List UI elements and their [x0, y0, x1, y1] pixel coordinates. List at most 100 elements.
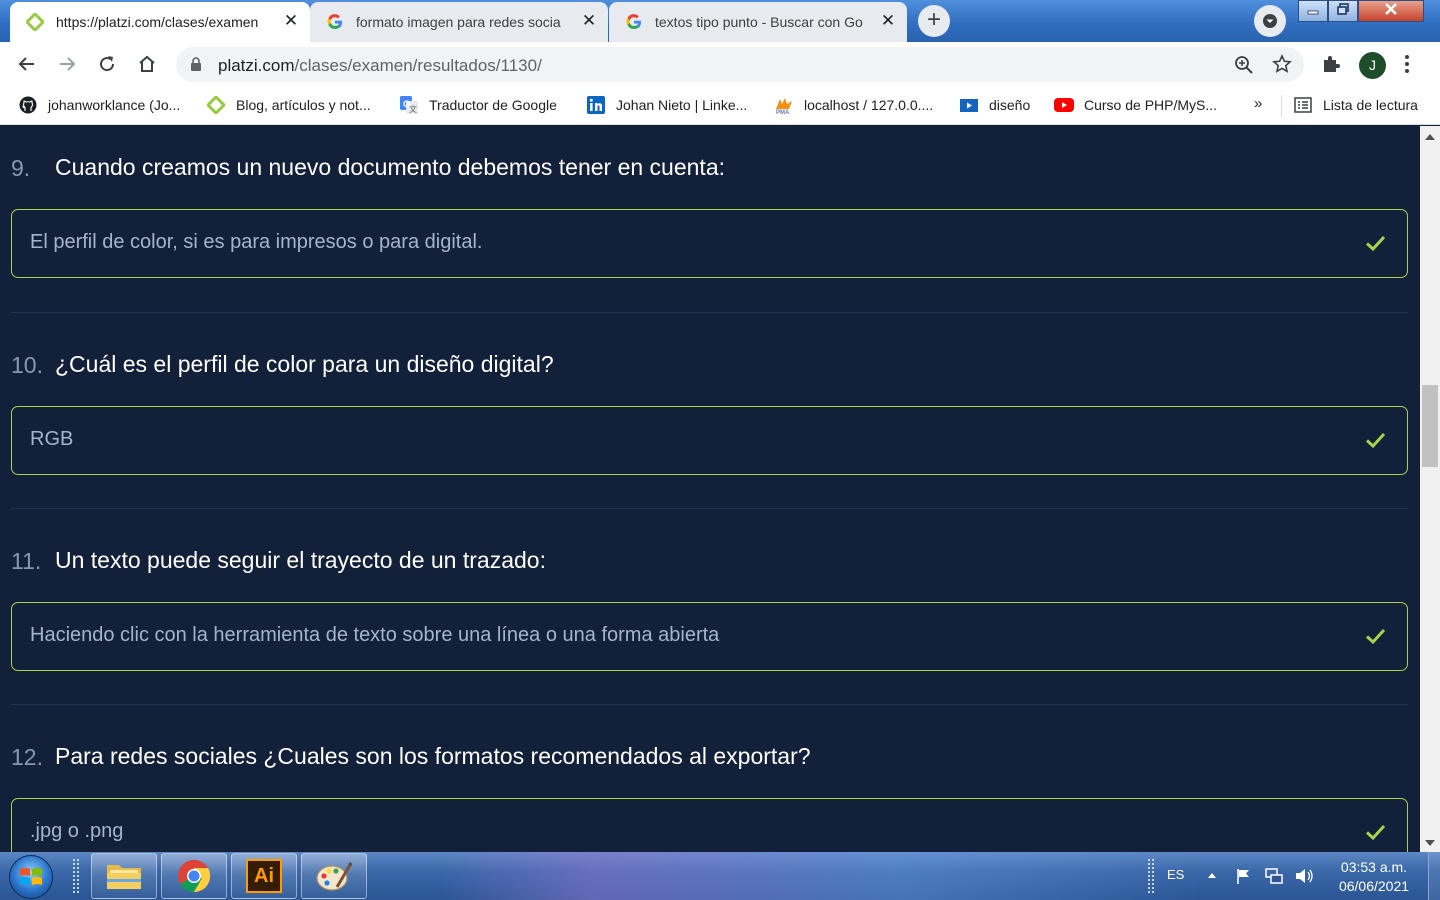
taskbar-illustrator[interactable]: Ai — [231, 853, 297, 899]
close-tab-icon[interactable]: ✕ — [879, 12, 897, 30]
show-desktop-button[interactable] — [1428, 852, 1440, 900]
url-text[interactable]: platzi.com/clases/examen/resultados/1130… — [218, 56, 542, 76]
phpmyadmin-icon: PMA — [774, 95, 794, 115]
scroll-down-arrow-icon[interactable] — [1425, 840, 1435, 846]
google-icon — [326, 13, 344, 31]
restore-icon — [1337, 3, 1349, 15]
url-path: /clases/examen/resultados/1130/ — [294, 56, 542, 75]
youtube-icon — [1054, 95, 1074, 115]
bookmark-diseno[interactable]: diseño — [959, 95, 1030, 115]
arrow-left-icon — [18, 57, 34, 71]
address-bar[interactable]: platzi.com/clases/examen/resultados/1130… — [176, 47, 1304, 82]
taskbar-chrome[interactable] — [161, 853, 227, 899]
tab-google-textos[interactable]: textos tipo punto - Buscar con Go ✕ — [609, 2, 907, 42]
checkmark-icon — [1365, 432, 1386, 449]
folder-video-icon — [959, 95, 979, 115]
tab-title: formato imagen para redes socia — [356, 14, 561, 30]
show-hidden-icons-arrow-icon[interactable] — [1208, 873, 1216, 878]
taskbar-grip[interactable] — [72, 858, 80, 894]
bookmarks-bar: johanworklance (Jo... Blog, artículos y … — [0, 87, 1440, 125]
bookmark-platzi-blog[interactable]: Blog, artículos y not... — [206, 95, 371, 115]
bookmark-label: Johan Nieto | Linke... — [616, 97, 748, 113]
linkedin-icon — [586, 95, 606, 115]
bookmark-label: johanworklance (Jo... — [48, 97, 181, 113]
lock-icon[interactable] — [190, 57, 202, 77]
extensions-puzzle-icon[interactable] — [1320, 53, 1342, 80]
minimize-button[interactable] — [1298, 0, 1328, 22]
profile-avatar[interactable]: J — [1359, 52, 1386, 79]
windows-logo-icon — [20, 868, 42, 885]
tab-strip: https://platzi.com/clases/examen ✕ forma… — [0, 0, 1440, 42]
minimize-icon — [1307, 10, 1319, 15]
taskbar-paint[interactable] — [301, 853, 367, 899]
bookmark-label: Traductor de Google — [429, 97, 557, 113]
tab-title: textos tipo punto - Buscar con Go — [655, 14, 863, 30]
new-tab-button[interactable]: + — [918, 5, 950, 37]
bookmark-label: Blog, artículos y not... — [236, 97, 371, 113]
reload-icon — [100, 56, 115, 72]
reading-list-icon — [1293, 95, 1313, 115]
exam-results-page: 9. Cuando creamos un nuevo documento deb… — [0, 126, 1420, 852]
bookmark-star-icon[interactable] — [1272, 54, 1292, 79]
question-text: Para redes sociales ¿Cuales son los form… — [55, 743, 811, 769]
bookmark-phpmyadmin[interactable]: PMA localhost / 127.0.0.... — [774, 95, 933, 115]
tab-search-button[interactable] — [1254, 5, 1286, 37]
home-icon — [139, 55, 155, 72]
arrow-right-icon — [60, 57, 76, 71]
start-button[interactable] — [9, 855, 53, 899]
reload-button[interactable] — [95, 52, 119, 76]
more-vert-icon[interactable] — [1404, 54, 1410, 79]
reading-list-button[interactable]: Lista de lectura — [1293, 95, 1418, 115]
home-button[interactable] — [135, 52, 159, 76]
svg-text:PMA: PMA — [776, 110, 790, 115]
platzi-icon — [206, 95, 226, 115]
back-button[interactable] — [15, 52, 39, 76]
answer-box-correct: El perfil de color, si es para impresos … — [11, 209, 1408, 278]
volume-icon[interactable] — [1294, 866, 1314, 886]
maximize-button[interactable] — [1328, 0, 1358, 22]
question-text: Cuando creamos un nuevo documento debemo… — [55, 154, 725, 180]
checkmark-icon — [1365, 824, 1386, 841]
window-controls — [1298, 0, 1424, 24]
answer-box-correct: .jpg o .png — [11, 798, 1408, 852]
question-number: 9. — [11, 155, 31, 181]
chrome-icon — [178, 859, 211, 893]
answer-text: RGB — [30, 428, 74, 450]
network-icon[interactable] — [1264, 866, 1284, 886]
bookmark-label: diseño — [989, 97, 1031, 113]
close-tab-icon[interactable]: ✕ — [282, 12, 300, 30]
question-text: Un texto puede seguir el trayecto de un … — [55, 547, 546, 573]
page-scrollbar[interactable] — [1420, 126, 1440, 852]
question-number: 10. — [11, 352, 43, 378]
bookmark-google-translate[interactable]: G文 Traductor de Google — [399, 95, 557, 115]
reading-list-label: Lista de lectura — [1323, 97, 1418, 113]
zoom-icon[interactable] — [1234, 55, 1254, 80]
more-bookmarks-button[interactable]: » — [1254, 95, 1262, 112]
answer-text: El perfil de color, si es para impresos … — [30, 231, 483, 253]
scrollbar-thumb[interactable] — [1422, 385, 1438, 467]
close-tab-icon[interactable]: ✕ — [580, 12, 598, 30]
answer-text: Haciendo clic con la herramienta de text… — [30, 624, 720, 646]
question-divider — [11, 704, 1408, 705]
github-icon — [18, 95, 38, 115]
bookmark-curso-php[interactable]: Curso de PHP/MyS... — [1054, 95, 1217, 115]
scroll-up-arrow-icon[interactable] — [1425, 134, 1435, 140]
google-translate-icon: G文 — [399, 95, 419, 115]
system-clock[interactable]: 03:53 a.m. 06/06/2021 — [1328, 858, 1420, 896]
bookmark-github[interactable]: johanworklance (Jo... — [18, 95, 180, 115]
close-window-button[interactable] — [1358, 0, 1424, 22]
tab-platzi-exam[interactable]: https://platzi.com/clases/examen ✕ — [10, 2, 310, 42]
action-center-flag-icon[interactable] — [1234, 866, 1254, 886]
browser-toolbar: platzi.com/clases/examen/resultados/1130… — [0, 42, 1440, 87]
platzi-icon — [26, 13, 44, 31]
forward-button[interactable] — [55, 52, 79, 76]
language-indicator[interactable]: ES — [1167, 867, 1184, 882]
bookmark-label: localhost / 127.0.0.... — [804, 97, 934, 113]
tab-google-formato[interactable]: formato imagen para redes socia ✕ — [310, 2, 608, 42]
bookmark-linkedin[interactable]: Johan Nieto | Linke... — [586, 95, 747, 115]
clock-date: 06/06/2021 — [1338, 878, 1410, 894]
url-domain: platzi.com — [218, 56, 295, 75]
tray-grip — [1147, 858, 1155, 894]
taskbar-explorer[interactable] — [91, 853, 157, 899]
chevron-down-icon — [1263, 14, 1277, 28]
